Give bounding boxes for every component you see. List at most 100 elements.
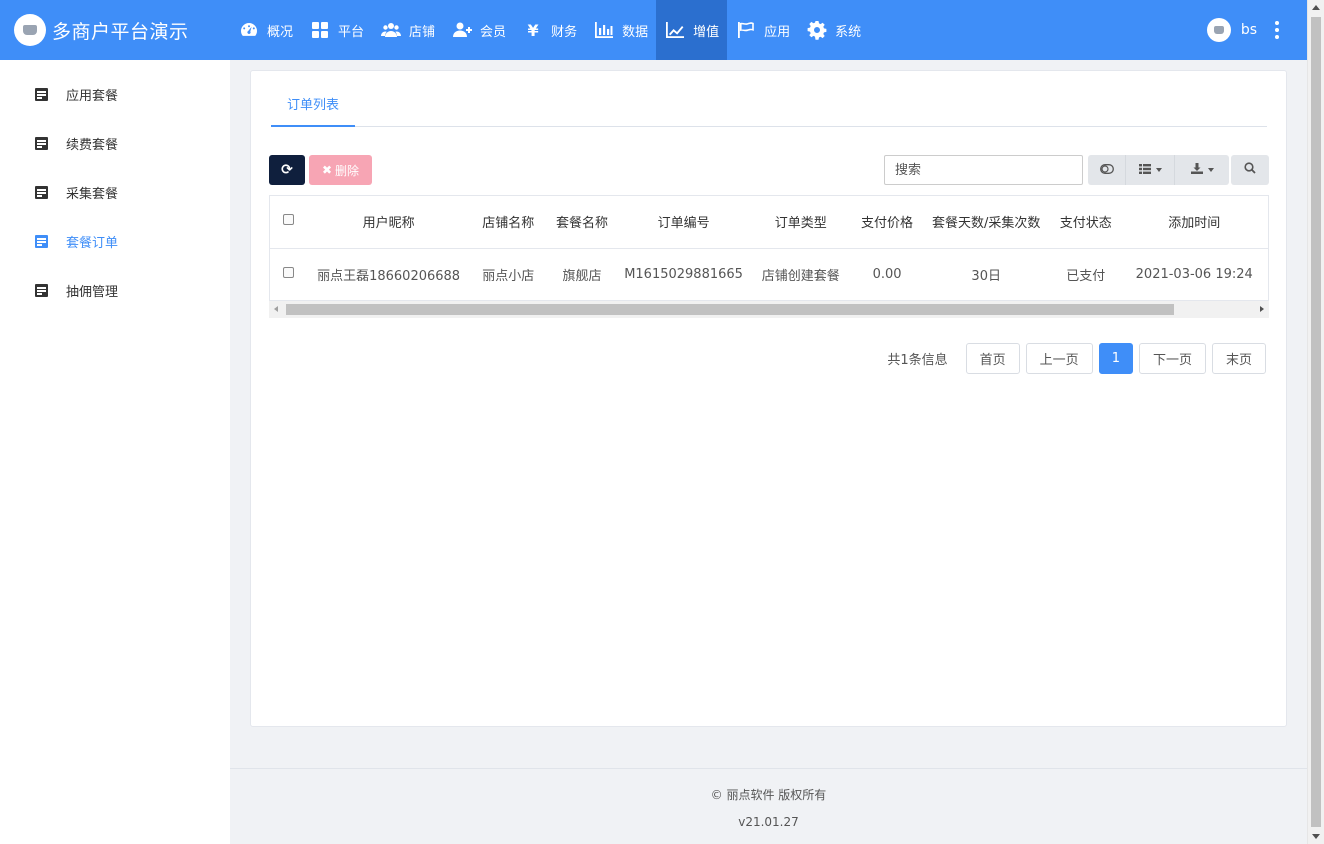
scroll-down-icon[interactable] [1312,834,1320,839]
avatar[interactable] [1206,18,1231,42]
nav-item-value-added[interactable]: 增值 [656,0,728,60]
toggle-view-button[interactable] [1088,155,1126,185]
user-menu[interactable]: bs [1206,0,1279,60]
scroll-up-icon[interactable] [1312,5,1320,10]
cell-days: 30日 [921,248,1052,301]
column-header[interactable]: 套餐名称 [545,196,619,249]
sidebar-item-renewal-package[interactable]: 续费套餐 [0,119,230,168]
top-navbar: 多商户平台演示 概况 平台 店铺 会员 ¥ 财务 数据 增值 应用 系统 bs [0,0,1307,60]
vertical-scrollbar[interactable] [1307,0,1324,844]
nav-label: 数据 [622,24,649,40]
column-header[interactable]: 套餐天数/采集次数 [921,196,1052,249]
flag-icon [736,20,756,40]
next-page-button[interactable]: 下一页 [1138,343,1206,374]
sidebar-item-label: 套餐订单 [66,236,119,251]
export-dropdown-button[interactable] [1175,155,1229,185]
nav-label: 增值 [693,24,720,40]
main-card: 订单列表 ⟳ ✖ 删除 搜索 用户昵称 店铺名称 套餐名称 订单编号 订单类型 … [250,70,1287,727]
bar-chart-icon [594,20,614,40]
close-icon: ✖ [321,163,333,177]
select-all-checkbox[interactable] [282,214,294,226]
sidebar-item-label: 抽佣管理 [66,285,119,300]
more-vertical-icon[interactable] [1275,21,1279,39]
sidebar-item-label: 采集套餐 [66,187,119,202]
scrollbar-thumb[interactable] [1311,17,1321,827]
grid-icon [310,20,330,40]
nav-item-overview[interactable]: 概况 [230,0,301,60]
footer: © 丽点软件 版权所有 v21.01.27 [230,768,1307,844]
refresh-button[interactable]: ⟳ [269,155,305,185]
cell-added-time: 2021-03-06 19:24 [1120,248,1268,301]
total-count: 共1条信息 [887,353,948,368]
search-input[interactable] [884,155,1083,185]
sidebar-item-collect-package[interactable]: 采集套餐 [0,168,230,217]
nav-item-data[interactable]: 数据 [585,0,656,60]
brand[interactable]: 多商户平台演示 [0,0,230,60]
delete-label: 删除 [335,163,360,178]
columns-dropdown-button[interactable] [1126,155,1175,185]
row-checkbox[interactable] [282,266,294,278]
cell-shop-name: 丽点小店 [470,248,546,301]
table-row[interactable]: 丽点王磊18660206688 丽点小店 旗舰店 M1615029881665 … [270,248,1268,301]
nav-item-apps[interactable]: 应用 [727,0,798,60]
user-name[interactable]: bs [1241,22,1257,38]
column-header[interactable]: 用户昵称 [306,196,471,249]
nav-label: 概况 [267,24,294,40]
column-header[interactable]: 店铺名称 [470,196,546,249]
cell-nickname: 丽点王磊18660206688 [306,248,471,301]
nav-label: 财务 [551,24,578,40]
chevron-down-icon [1155,168,1162,172]
nav-label: 平台 [338,24,365,40]
tab-order-list[interactable]: 订单列表 [271,89,356,127]
users-icon [381,20,402,40]
toggle-icon [1099,163,1114,177]
last-page-button[interactable]: 末页 [1211,343,1266,374]
table-tools [1088,155,1229,185]
cell-order-number: M1615029881665 [618,248,749,301]
list-icon [1138,163,1151,177]
document-icon [35,284,48,297]
refresh-icon: ⟳ [281,162,293,178]
pagination: 共1条信息 首页 上一页 1 下一页 末页 [887,343,1266,374]
page-number-button[interactable]: 1 [1098,343,1133,374]
scrollbar-thumb[interactable] [286,304,1174,315]
delete-button[interactable]: ✖ 删除 [309,155,372,185]
nav-item-member[interactable]: 会员 [443,0,514,60]
scroll-left-icon[interactable] [274,306,278,312]
main-nav: 概况 平台 店铺 会员 ¥ 财务 数据 增值 应用 系统 [230,0,869,60]
sidebar-item-label: 续费套餐 [66,138,119,153]
cell-pay-status: 已支付 [1051,248,1121,301]
nav-item-finance[interactable]: ¥ 财务 [514,0,585,60]
prev-page-button[interactable]: 上一页 [1025,343,1093,374]
column-header[interactable]: 支付状态 [1051,196,1121,249]
column-header[interactable]: 订单编号 [618,196,749,249]
nav-label: 系统 [835,24,862,40]
cell-price: 0.00 [852,248,922,301]
sidebar-item-label: 应用套餐 [66,89,119,104]
download-icon [1190,163,1203,177]
nav-label: 应用 [764,24,791,40]
horizontal-scrollbar[interactable] [269,301,1269,318]
first-page-button[interactable]: 首页 [965,343,1020,374]
column-header[interactable]: 订单类型 [748,196,853,249]
column-header[interactable]: 添加时间 [1120,196,1268,249]
gear-icon [807,20,827,40]
dashboard-icon [239,20,259,40]
cell-order-type: 店铺创建套餐 [748,248,853,301]
sidebar: 应用套餐 续费套餐 采集套餐 套餐订单 抽佣管理 [0,60,230,844]
document-icon [35,137,48,150]
nav-item-platform[interactable]: 平台 [301,0,372,60]
column-header[interactable]: 支付价格 [852,196,922,249]
brand-logo-icon [14,14,46,46]
sidebar-item-package-orders[interactable]: 套餐订单 [0,217,230,266]
copyright-text: © 丽点软件 版权所有 [710,788,827,802]
sidebar-item-commission[interactable]: 抽佣管理 [0,266,230,315]
nav-item-shop[interactable]: 店铺 [372,0,443,60]
document-icon [35,88,48,101]
brand-title: 多商户平台演示 [52,20,189,43]
advanced-search-button[interactable] [1231,155,1269,185]
nav-item-system[interactable]: 系统 [798,0,869,60]
scroll-right-icon[interactable] [1260,306,1264,312]
sidebar-item-app-package[interactable]: 应用套餐 [0,70,230,119]
search-icon [1244,162,1256,178]
